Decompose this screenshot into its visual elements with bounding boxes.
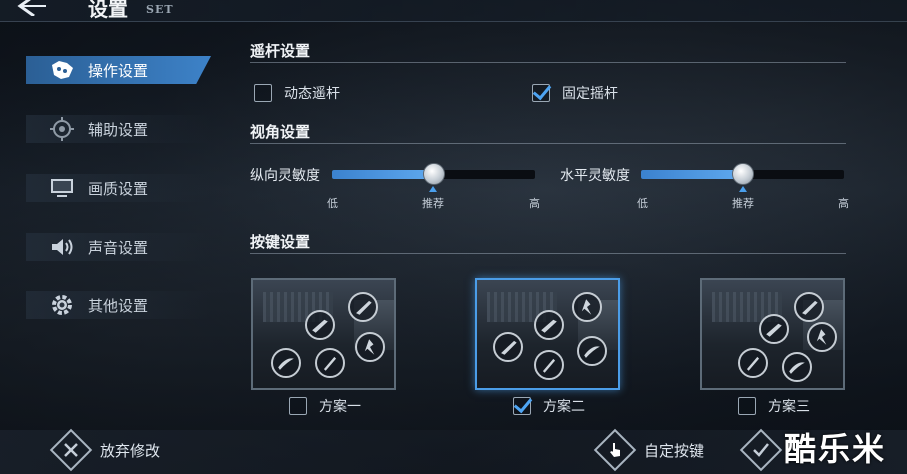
tick-low: 低 [327,197,338,210]
discard-label: 放弃修改 [100,441,161,460]
back-arrow-icon [17,0,46,18]
speaker-icon [48,236,76,258]
blade-skill-icon [738,348,768,378]
diamond-frame [739,428,783,472]
gear-icon [48,294,76,316]
scheme-option-2[interactable]: 方案二 [513,396,585,416]
monitor-icon [48,177,76,199]
close-icon [64,443,78,457]
divider [250,253,846,254]
gun-skill-icon [493,332,523,362]
scheme-checkbox-3[interactable] [738,397,756,415]
sidebar-item-label: 画质设置 [88,179,149,198]
slider-fill [641,170,743,179]
view-section-title: 视角设置 [250,123,311,141]
scheme-preview-2[interactable] [475,278,620,390]
fixed-joystick-option[interactable]: 固定摇杆 [532,83,618,103]
keys-section-title: 按键设置 [250,233,311,251]
sidebar-item-label: 声音设置 [88,238,149,257]
rifle-skill-icon [759,314,789,344]
custom-keys-label: 自定按键 [644,441,705,460]
scheme-option-3[interactable]: 方案三 [738,396,810,416]
scheme-preview-3[interactable] [700,278,845,390]
dynamic-joystick-checkbox[interactable] [254,84,272,102]
slash-skill-icon [271,348,301,378]
check-icon [753,443,769,457]
gun-skill-icon [794,292,824,322]
dash-skill-icon [355,332,385,362]
sidebar-item-controls[interactable]: 操作设置 [26,56,211,84]
blade-skill-icon [315,348,345,378]
dash-skill-icon [572,292,602,322]
sidebar-item-label: 辅助设置 [88,120,149,139]
recommend-marker-icon [739,186,747,192]
blade-skill-icon [534,350,564,380]
sidebar-item-sound[interactable]: 声音设置 [26,233,211,261]
tick-recommend: 推荐 [422,197,444,210]
horizontal-sensitivity-label: 水平灵敏度 [560,168,630,184]
dynamic-joystick-option[interactable]: 动态遥杆 [254,83,340,103]
horizontal-sensitivity-slider[interactable] [641,163,844,185]
scheme-label-1: 方案一 [319,399,361,415]
joystick-section-title: 遥杆设置 [250,42,311,60]
watermark-logo: 酷乐米 [784,430,887,468]
dash-skill-icon [807,322,837,352]
custom-keys-button[interactable]: 自定按键 [593,428,705,472]
tick-high: 高 [838,197,849,210]
tick-recommend: 推荐 [732,197,754,210]
scheme-label-3: 方案三 [768,399,810,415]
dynamic-joystick-label: 动态遥杆 [284,86,340,102]
crosshair-icon [48,117,76,141]
scheme-checkbox-1[interactable] [289,397,307,415]
slash-skill-icon [577,336,607,366]
fixed-joystick-checkbox[interactable] [532,84,550,102]
confirm-button[interactable] [739,428,783,472]
gamepad-icon [48,59,76,81]
scheme-option-1[interactable]: 方案一 [289,396,361,416]
slider-fill [332,170,434,179]
gun-skill-icon [348,292,378,322]
slider-knob[interactable] [731,163,754,185]
top-bar: 设置 SET [0,0,907,22]
fixed-joystick-label: 固定摇杆 [562,86,618,102]
hand-pointer-icon [610,443,620,457]
tick-low: 低 [637,197,648,210]
divider [250,143,846,144]
recommend-marker-icon [429,186,437,192]
page-title: 设置 [88,0,128,21]
rifle-skill-icon [534,310,564,340]
back-button[interactable] [12,0,48,18]
scheme-label-2: 方案二 [543,399,585,415]
sidebar-item-label: 其他设置 [88,296,149,315]
discard-button[interactable]: 放弃修改 [49,428,161,472]
sidebar-item-assist[interactable]: 辅助设置 [26,115,211,143]
divider [250,62,846,63]
vertical-sensitivity-slider[interactable] [332,163,535,185]
sidebar-item-label: 操作设置 [88,61,149,80]
slider-knob[interactable] [422,163,445,185]
diamond-frame [49,428,93,472]
diamond-frame [593,428,637,472]
scheme-preview-1[interactable] [251,278,396,390]
scheme-checkbox-2[interactable] [513,397,531,415]
page-subtitle: SET [146,3,174,16]
sidebar-item-other[interactable]: 其他设置 [26,291,211,319]
tick-high: 高 [529,197,540,210]
sidebar-item-graphics[interactable]: 画质设置 [26,174,211,202]
vertical-sensitivity-label: 纵向灵敏度 [250,168,320,184]
slash-skill-icon [782,352,812,382]
rifle-skill-icon [305,310,335,340]
